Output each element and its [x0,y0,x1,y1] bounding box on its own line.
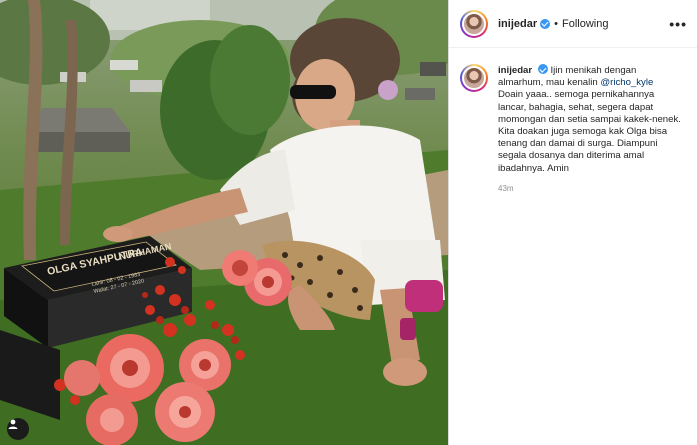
header-separator: • [554,17,558,30]
caption-paragraph-1: inijedar Ijin menikah dengan almarhum, m… [498,64,682,89]
post-photo[interactable]: OLGA SYAHPUTRA NURHAMAN Lahir: 08 - 02 -… [0,0,448,445]
caption-body: inijedar Ijin menikah dengan almarhum, m… [498,64,682,193]
caption-avatar-image [462,66,486,90]
caption-paragraph-2: Doain yaaa.. semoga pernikahannya lancar… [498,89,681,125]
verified-badge-icon [537,64,548,74]
post-photo-illustration: OLGA SYAHPUTRA NURHAMAN Lahir: 08 - 02 -… [0,0,448,445]
avatar[interactable] [460,9,488,38]
user-tag-button[interactable] [7,418,29,440]
more-options-icon[interactable]: ••• [669,17,687,31]
user-tag-icon [8,419,18,429]
username-link[interactable]: inijedar [498,18,537,30]
caption-username[interactable]: inijedar [498,65,532,76]
avatar-image [462,11,486,36]
caption-text: inijedar Ijin menikah dengan almarhum, m… [498,64,682,175]
post-side-panel: inijedar • Following ••• inijedar Ijin m… [449,0,697,445]
verified-badge-icon [540,18,551,29]
post-header: inijedar • Following ••• [449,0,697,48]
caption-paragraph-3: Kita doakan juga semoga kak Olga bisa te… [498,126,668,174]
post-timestamp[interactable]: 43m [498,184,682,193]
following-button[interactable]: Following [562,18,608,30]
mention-link[interactable]: @richo_kyle [600,77,653,88]
caption-avatar[interactable] [460,64,488,92]
caption: inijedar Ijin menikah dengan almarhum, m… [449,48,697,193]
